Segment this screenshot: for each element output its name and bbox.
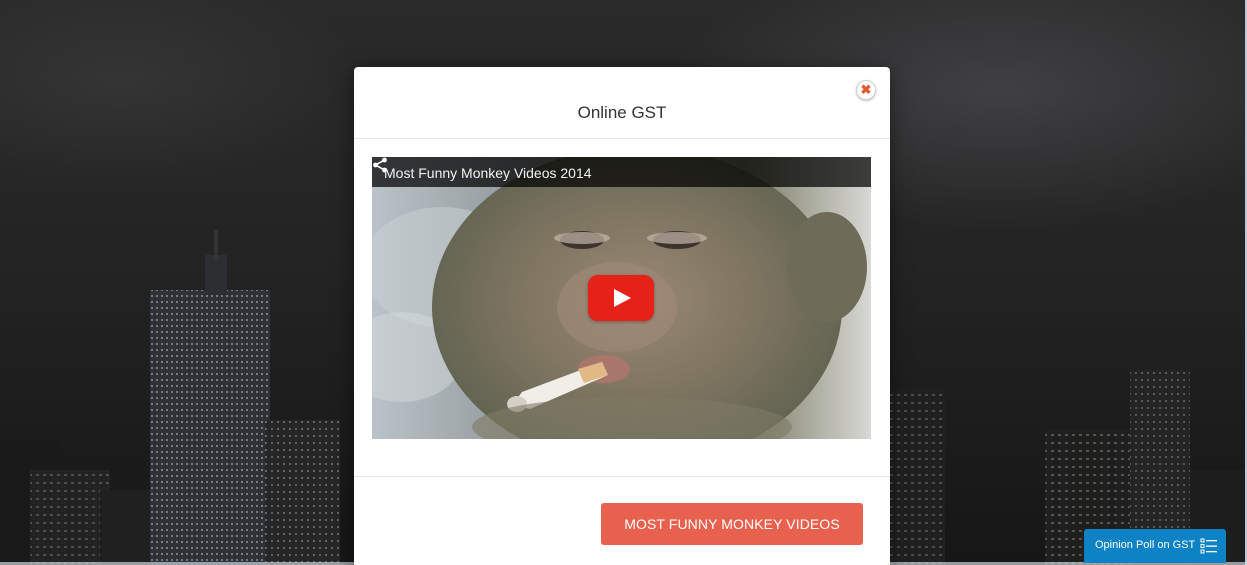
close-icon[interactable]: ✖ xyxy=(856,80,876,100)
embedded-video-player[interactable]: Most Funny Monkey Videos 2014 xyxy=(372,157,871,439)
most-funny-monkey-videos-button[interactable]: MOST FUNNY MONKEY VIDEOS xyxy=(601,503,863,545)
video-title-bar: Most Funny Monkey Videos 2014 xyxy=(372,157,871,187)
modal-header: Online GST ✖ xyxy=(354,67,890,139)
list-icon xyxy=(1200,538,1217,554)
opinion-poll-label: Opinion Poll on GST xyxy=(1095,539,1196,551)
youtube-play-icon[interactable] xyxy=(588,275,654,321)
video-modal: Online GST ✖ Most Funny Monkey Videos 20… xyxy=(354,67,890,565)
modal-footer-divider xyxy=(354,476,890,477)
share-icon[interactable] xyxy=(372,157,388,173)
modal-title: Online GST xyxy=(577,103,667,122)
opinion-poll-tab[interactable]: Opinion Poll on GST xyxy=(1084,529,1226,563)
video-title[interactable]: Most Funny Monkey Videos 2014 xyxy=(384,165,592,181)
